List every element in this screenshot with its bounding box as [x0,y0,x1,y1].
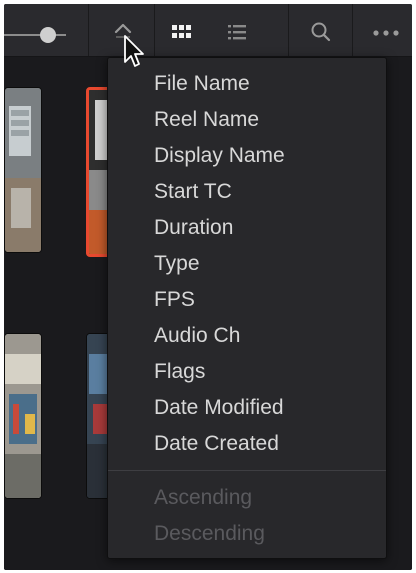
sort-by-menu: File Name Reel Name Display Name Start T… [107,57,387,559]
toolbar-divider [352,4,353,56]
menu-divider [108,470,386,471]
sort-option-type[interactable]: Type [108,246,386,282]
search-button[interactable] [306,18,336,46]
sort-option-fps[interactable]: FPS [108,282,386,318]
mouse-pointer-icon [124,35,144,67]
sort-option-start-tc[interactable]: Start TC [108,174,386,210]
thumbnail-image [5,334,41,498]
toolbar [4,4,412,57]
grid-icon [172,25,191,38]
sort-option-duration[interactable]: Duration [108,210,386,246]
media-pool-panel: File Name Reel Name Display Name Start T… [4,4,412,570]
toolbar-divider [88,4,89,56]
more-options-button[interactable] [366,18,406,46]
ellipsis-icon [373,30,399,36]
clip-thumbnail[interactable] [4,333,42,499]
sort-option-date-modified[interactable]: Date Modified [108,390,386,426]
sort-option-date-created[interactable]: Date Created [108,426,386,462]
thumbnail-image [5,88,41,252]
screenshot-frame: File Name Reel Name Display Name Start T… [0,0,416,573]
zoom-slider-knob[interactable] [40,27,56,43]
toolbar-divider [288,4,289,56]
sort-order-ascending[interactable]: Ascending [108,480,386,516]
sort-option-audio-ch[interactable]: Audio Ch [108,318,386,354]
sort-option-file-name[interactable]: File Name [108,66,386,102]
list-view-button[interactable] [222,18,252,46]
clip-thumbnail[interactable] [4,87,42,253]
sort-option-flags[interactable]: Flags [108,354,386,390]
sort-option-display-name[interactable]: Display Name [108,138,386,174]
zoom-slider-track-end [56,34,66,36]
sort-option-reel-name[interactable]: Reel Name [108,102,386,138]
list-icon [228,25,246,40]
thumbnail-view-button[interactable] [164,18,200,46]
search-icon [311,22,331,42]
sort-order-descending[interactable]: Descending [108,516,386,552]
toolbar-divider [154,4,155,56]
